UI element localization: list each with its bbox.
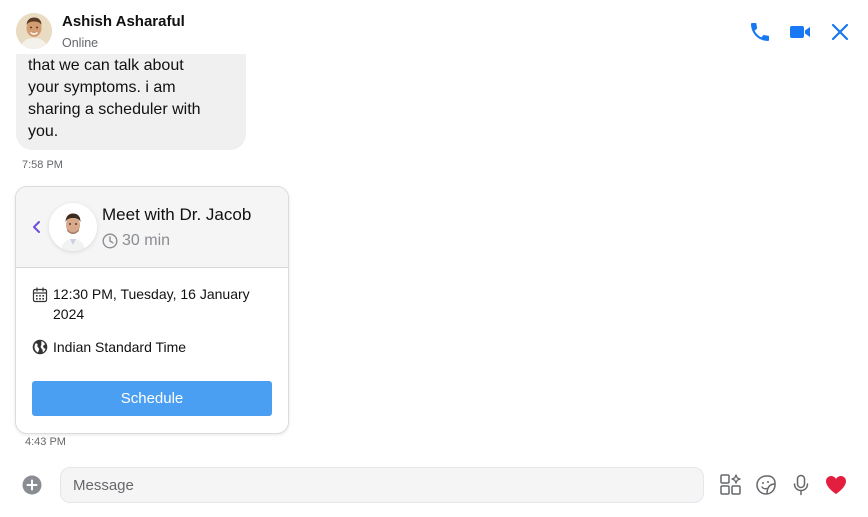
phone-icon[interactable] [748,20,772,44]
message-input[interactable] [60,467,704,503]
message-timestamp: 7:58 PM [22,159,63,171]
add-icon[interactable] [22,475,42,495]
avatar [16,13,52,49]
schedule-button[interactable]: Schedule [32,381,272,416]
datetime-line: 12:30 PM, Tuesday, 16 January [53,286,250,302]
video-camera-icon[interactable] [788,20,812,44]
message-bubble: that we can talk about your symptoms. i … [16,54,246,150]
contact-name: Ashish Asharaful [62,13,185,30]
scheduler-timestamp: 4:43 PM [25,436,66,448]
composer [0,460,868,510]
datetime-line: 2024 [53,306,85,322]
calendar-icon [32,287,48,303]
doctor-avatar [49,203,97,251]
message-text: that we can talk about your symptoms. i … [28,55,238,143]
scheduler-card-header: Meet with Dr. Jacob 30 min [16,187,288,268]
meeting-timezone: Indian Standard Time [53,339,187,355]
apps-icon[interactable] [719,473,743,497]
chevron-left-icon[interactable] [28,217,44,237]
globe-icon [32,339,48,355]
clock-icon [102,233,118,249]
chat-window: Ashish Asharaful Online that we can talk… [0,0,868,517]
heart-icon[interactable] [824,473,848,497]
scheduler-card: Meet with Dr. Jacob 30 min 12:30 PM, Tue… [15,186,289,434]
meeting-title: Meet with Dr. Jacob [102,205,252,224]
contact-info[interactable]: Ashish Asharaful Online [10,7,238,61]
sticker-icon[interactable] [754,473,778,497]
message-line: sharing a scheduler with [28,101,201,118]
close-icon[interactable] [828,20,852,44]
duration-text: 30 min [122,232,171,249]
message-line: that we can talk about [28,57,184,74]
meeting-datetime: 12:30 PM, Tuesday, 16 January 2024 [53,284,250,324]
contact-status: Online [62,36,99,50]
microphone-icon[interactable] [789,473,813,497]
message-line: you. [28,123,59,140]
message-line: your symptoms. i am [28,79,176,96]
